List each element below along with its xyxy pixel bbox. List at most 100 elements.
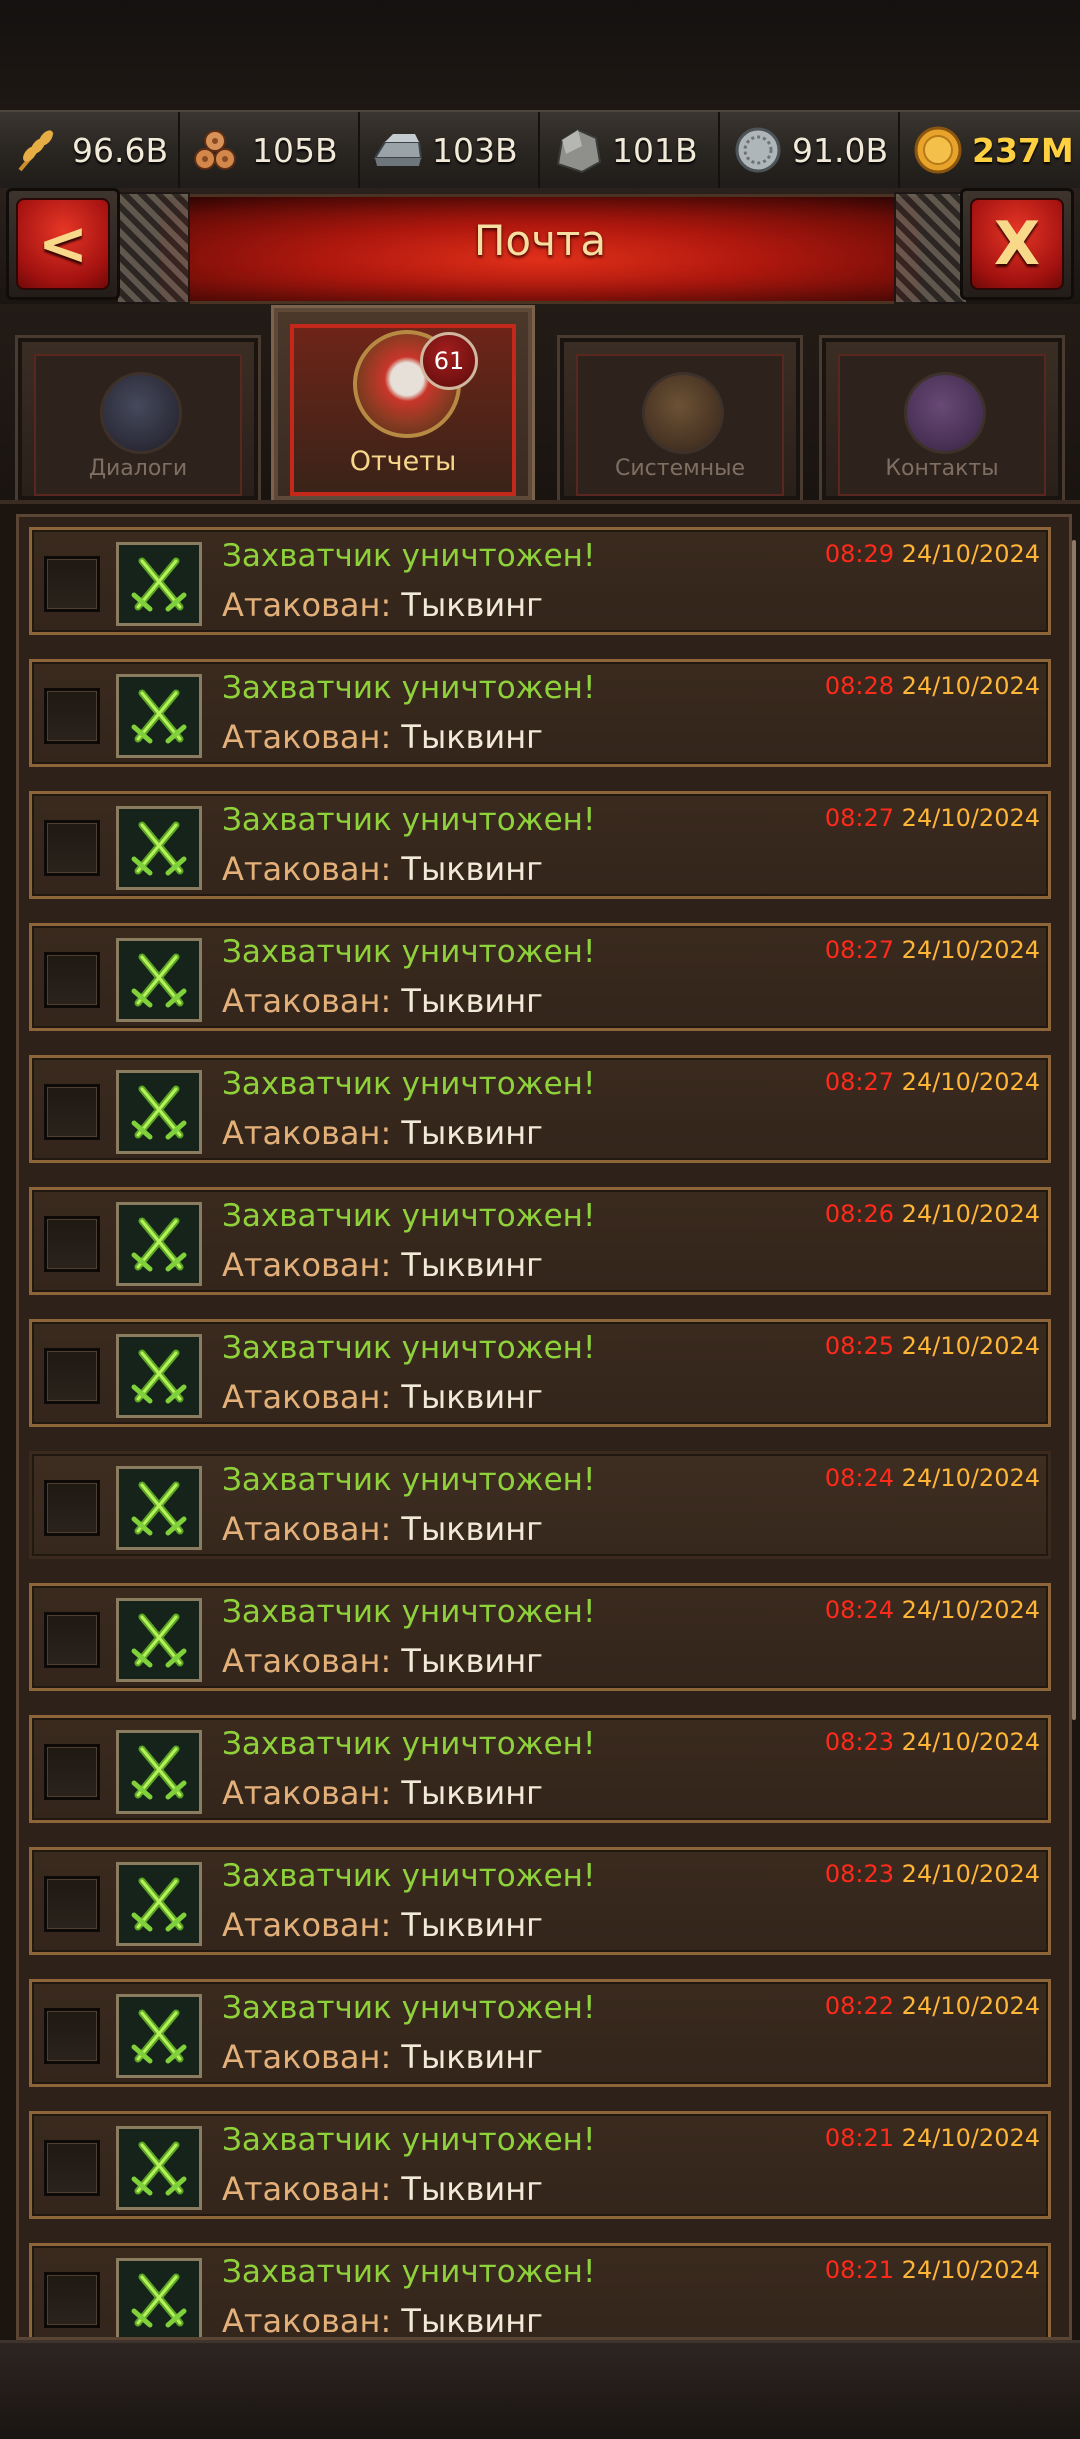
report-date: 24/10/2024	[901, 1596, 1040, 1624]
select-checkbox[interactable]	[44, 1612, 100, 1668]
select-checkbox[interactable]	[44, 1480, 100, 1536]
report-row[interactable]: Захватчик уничтожен! Атакован: Тыквинг 0…	[29, 1979, 1051, 2087]
report-row[interactable]: Захватчик уничтожен! Атакован: Тыквинг 0…	[29, 1583, 1051, 1691]
page-title: Почта	[473, 216, 607, 265]
report-date: 24/10/2024	[901, 2124, 1040, 2152]
scrollbar[interactable]	[1072, 540, 1076, 1720]
report-row[interactable]: Захватчик уничтожен! Атакован: Тыквинг 0…	[29, 659, 1051, 767]
report-timestamp: 08:29 24/10/2024	[825, 540, 1040, 568]
attacked-label: Атакован:	[222, 718, 392, 756]
report-type-icon-box	[116, 542, 202, 626]
report-type-icon-box	[116, 1466, 202, 1550]
report-date: 24/10/2024	[901, 1464, 1040, 1492]
report-row[interactable]: Захватчик уничтожен! Атакован: Тыквинг 0…	[29, 1187, 1051, 1295]
report-timestamp: 08:24 24/10/2024	[825, 1596, 1040, 1624]
reports-list[interactable]: Захватчик уничтожен! Атакован: Тыквинг 0…	[16, 514, 1072, 2340]
select-checkbox[interactable]	[44, 688, 100, 744]
attacked-target-name: Тыквинг	[401, 1774, 543, 1812]
report-type-icon-box	[116, 806, 202, 890]
report-row[interactable]: Захватчик уничтожен! Атакован: Тыквинг 0…	[29, 2111, 1051, 2219]
report-type-icon-box	[116, 1598, 202, 1682]
back-button[interactable]: <	[6, 188, 120, 300]
resource-iron[interactable]: 103B	[360, 112, 540, 188]
report-date: 24/10/2024	[901, 540, 1040, 568]
wheat-icon	[10, 122, 66, 178]
report-subtitle: Атакован: Тыквинг	[222, 1378, 543, 1416]
report-row[interactable]: Захватчик уничтожен! Атакован: Тыквинг 0…	[29, 1055, 1051, 1163]
report-row[interactable]: Захватчик уничтожен! Атакован: Тыквинг 0…	[29, 527, 1051, 635]
resource-silver[interactable]: 91.0B	[720, 112, 900, 188]
report-time: 08:27	[824, 1068, 895, 1096]
tab-label: Диалоги	[88, 456, 188, 481]
silver-amount: 91.0B	[792, 130, 889, 170]
tab-reports[interactable]: 61 Отчеты	[271, 305, 535, 503]
report-time: 08:29	[824, 540, 895, 568]
report-row[interactable]: Захватчик уничтожен! Атакован: Тыквинг 0…	[29, 791, 1051, 899]
report-row[interactable]: Захватчик уничтожен! Атакован: Тыквинг 0…	[29, 1451, 1051, 1559]
select-checkbox[interactable]	[44, 1744, 100, 1800]
resource-stone[interactable]: 101B	[540, 112, 720, 188]
report-row[interactable]: Захватчик уничтожен! Атакован: Тыквинг 0…	[29, 2243, 1051, 2340]
report-subtitle: Атакован: Тыквинг	[222, 850, 543, 888]
silver-coin-icon	[730, 122, 786, 178]
select-checkbox[interactable]	[44, 820, 100, 876]
tab-label: Системные	[615, 456, 745, 481]
mail-tabs: Диалоги Системные Контакты 61 Отчеты	[0, 304, 1080, 503]
report-date: 24/10/2024	[901, 672, 1040, 700]
select-checkbox[interactable]	[44, 1084, 100, 1140]
crossed-swords-icon	[131, 1877, 187, 1932]
report-subtitle: Атакован: Тыквинг	[222, 1246, 543, 1284]
close-button[interactable]: X	[960, 188, 1074, 300]
select-checkbox[interactable]	[44, 556, 100, 612]
status-bar-area	[0, 0, 1080, 110]
report-row[interactable]: Захватчик уничтожен! Атакован: Тыквинг 0…	[29, 1847, 1051, 1955]
crossed-swords-icon	[131, 2273, 187, 2328]
crossed-swords-icon	[131, 2141, 187, 2196]
report-row[interactable]: Захватчик уничтожен! Атакован: Тыквинг 0…	[29, 1715, 1051, 1823]
handshake-icon	[904, 372, 986, 454]
report-title: Захватчик уничтожен!	[222, 1198, 596, 1234]
gold-coin-icon	[910, 122, 966, 178]
report-time: 08:25	[824, 1332, 895, 1360]
select-checkbox[interactable]	[44, 2140, 100, 2196]
crossed-swords-icon	[131, 1613, 187, 1668]
attacked-label: Атакован:	[222, 1114, 392, 1152]
select-checkbox[interactable]	[44, 952, 100, 1008]
stone-amount: 101B	[612, 130, 698, 170]
resource-wood[interactable]: 105B	[180, 112, 360, 188]
crossed-swords-icon	[131, 821, 187, 876]
attacked-label: Атакован:	[222, 586, 392, 624]
tab-system[interactable]: Системные	[557, 335, 803, 503]
report-subtitle: Атакован: Тыквинг	[222, 1774, 543, 1812]
report-date: 24/10/2024	[901, 1860, 1040, 1888]
select-checkbox[interactable]	[44, 1876, 100, 1932]
report-subtitle: Атакован: Тыквинг	[222, 2302, 543, 2340]
select-checkbox[interactable]	[44, 2272, 100, 2328]
report-title: Захватчик уничтожен!	[222, 802, 596, 838]
resource-gold[interactable]: 237M	[900, 112, 1080, 188]
report-type-icon-box	[116, 1994, 202, 2078]
report-row[interactable]: Захватчик уничтожен! Атакован: Тыквинг 0…	[29, 1319, 1051, 1427]
select-checkbox[interactable]	[44, 1348, 100, 1404]
report-timestamp: 08:21 24/10/2024	[825, 2124, 1040, 2152]
select-checkbox[interactable]	[44, 1216, 100, 1272]
resource-wheat[interactable]: 96.6B	[0, 112, 180, 188]
attacked-label: Атакован:	[222, 2038, 392, 2076]
tab-contacts[interactable]: Контакты	[819, 335, 1065, 503]
attacked-target-name: Тыквинг	[401, 1114, 543, 1152]
report-title: Захватчик уничтожен!	[222, 2254, 596, 2290]
report-date: 24/10/2024	[901, 2256, 1040, 2284]
report-timestamp: 08:25 24/10/2024	[825, 1332, 1040, 1360]
report-title: Захватчик уничтожен!	[222, 1726, 596, 1762]
attacked-label: Атакован:	[222, 982, 392, 1020]
select-checkbox[interactable]	[44, 2008, 100, 2064]
crossed-swords-icon	[131, 1481, 187, 1536]
report-title: Захватчик уничтожен!	[222, 1330, 596, 1366]
attacked-target-name: Тыквинг	[401, 2302, 543, 2340]
report-date: 24/10/2024	[901, 804, 1040, 832]
report-time: 08:23	[824, 1728, 895, 1756]
report-row[interactable]: Захватчик уничтожен! Атакован: Тыквинг 0…	[29, 923, 1051, 1031]
tab-dialogs[interactable]: Диалоги	[15, 335, 261, 503]
report-title: Захватчик уничтожен!	[222, 538, 596, 574]
crossed-swords-icon	[131, 1745, 187, 1800]
